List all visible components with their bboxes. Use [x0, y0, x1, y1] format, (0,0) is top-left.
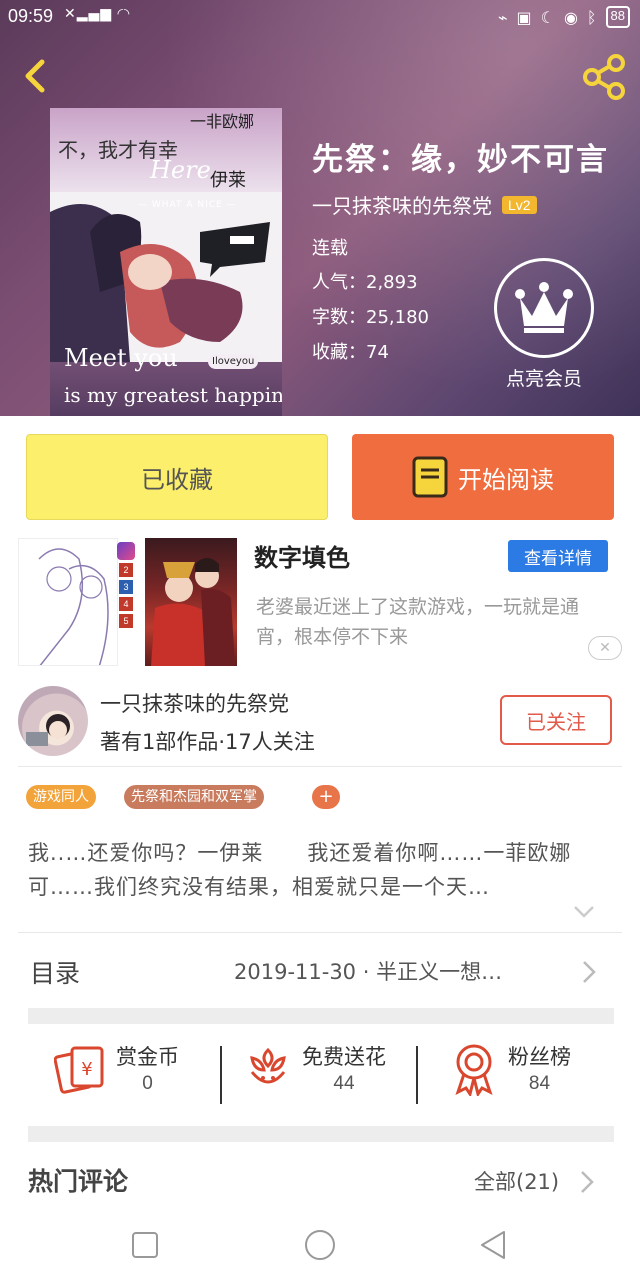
crown-icon	[515, 282, 573, 333]
lock-icon: ◉	[563, 7, 578, 27]
author-line: 一只抹茶味的先祭党 Lv2	[312, 190, 537, 219]
favorites-count: 收藏：74	[312, 342, 389, 363]
signal-icon: ✕▂▄▆ ◜◝	[64, 6, 131, 22]
cover-text: — WHAT A NICE —	[138, 200, 237, 210]
all-comments-link[interactable]: 全部(21)	[474, 1166, 559, 1196]
popularity: 人气：2,893	[312, 272, 418, 293]
author-avatar[interactable]	[18, 686, 88, 756]
flower-icon	[250, 1047, 286, 1084]
ad-number-strip: 2 3 4 5	[116, 540, 136, 664]
free-flowers[interactable]: 免费送花 44	[240, 1040, 386, 1096]
ad-detail-button[interactable]: 查看详情	[508, 540, 608, 572]
fan-ranking[interactable]: 粉丝榜 84	[446, 1040, 571, 1096]
chevron-right-icon[interactable]	[580, 958, 598, 986]
cover-text: Iloveyou	[208, 354, 259, 369]
vibrate-icon: ⌁	[497, 7, 508, 27]
cover-illustration	[50, 192, 282, 362]
cover-text: 一非欧娜	[190, 112, 255, 131]
back-triangle-icon[interactable]	[468, 1220, 518, 1270]
section-divider	[28, 1008, 614, 1024]
follow-button[interactable]: 已关注	[500, 695, 612, 745]
divider	[18, 766, 622, 767]
synopsis[interactable]: 我..…还爱你吗？一伊莱 我还爱着你啊……一菲欧娜可……我们终究没有结果，相爱就…	[28, 836, 610, 904]
battery-icon: 88	[605, 6, 630, 28]
chevron-down-icon[interactable]	[572, 902, 596, 922]
red-envelope-icon: ¥	[54, 1046, 104, 1094]
cover-text: Here	[150, 156, 211, 184]
app-logo-icon	[117, 542, 135, 560]
ad-image-colored[interactable]	[145, 538, 237, 666]
stat-value: 44	[333, 1073, 355, 1094]
section-divider	[28, 1126, 614, 1142]
status-bar: 09:59 ✕▂▄▆ ◜◝ ⌁ ▣ ☾ ◉ ᛒ 88	[0, 0, 640, 34]
author-card-name[interactable]: 一只抹茶味的先祭党	[100, 688, 289, 718]
favorite-button[interactable]: 已收藏	[26, 434, 328, 520]
book-icon	[412, 456, 448, 498]
divider	[220, 1046, 222, 1104]
hot-comments-title: 热门评论	[28, 1167, 129, 1196]
author-card-stats: 著有1部作品·17人关注	[100, 730, 315, 754]
stat-value: 0	[142, 1073, 153, 1094]
bluetooth-icon: ᛒ	[586, 7, 597, 27]
ad-description: 老婆最近迷上了这款游戏，一玩就是通宵，根本停不下来	[256, 596, 580, 648]
tag-pairing[interactable]: 先祭和杰园和双军掌	[124, 785, 264, 809]
stat-value: 84	[528, 1073, 551, 1094]
back-arrow-icon[interactable]	[16, 56, 56, 96]
recent-apps-icon[interactable]	[120, 1220, 170, 1270]
cover-text: 伊莱	[210, 170, 246, 191]
cover-text: is my greatest happiness	[64, 383, 282, 407]
level-badge: Lv2	[502, 195, 537, 214]
reward-coins[interactable]: ¥ 赏金币 0	[54, 1040, 179, 1096]
ad-number: 5	[119, 614, 133, 628]
status-time: 09:59	[8, 6, 54, 26]
stat-label: 粉丝榜	[508, 1045, 571, 1069]
svg-text:¥: ¥	[81, 1059, 92, 1080]
toc-latest-chapter[interactable]: 2019-11-30 · 半正义一想…	[234, 956, 502, 986]
system-nav-bar	[0, 1210, 640, 1280]
home-icon[interactable]	[295, 1220, 345, 1270]
divider	[18, 932, 622, 933]
notification-icon: ▣	[516, 7, 532, 27]
moon-icon: ☾	[540, 7, 555, 27]
book-title: 先祭：缘，妙不可言	[312, 142, 609, 178]
add-tag-button[interactable]: +	[312, 785, 340, 809]
ad-title[interactable]: 数字填色	[254, 538, 350, 573]
book-cover[interactable]: 一非欧娜 不，我才有幸 Here 伊莱 — WHAT A NICE — Ilov…	[50, 108, 282, 416]
ad-number: 2	[119, 563, 133, 577]
ad-number: 3	[119, 580, 133, 594]
chevron-right-icon[interactable]	[578, 1168, 596, 1196]
author-name[interactable]: 一只抹茶味的先祭党	[312, 190, 492, 219]
serial-status: 连载	[312, 238, 348, 259]
start-reading-label: 开始阅读	[458, 465, 554, 494]
vip-label: 点亮会员	[505, 368, 582, 390]
start-reading-button[interactable]: 开始阅读	[352, 434, 614, 520]
cover-text: Meet you	[64, 344, 178, 372]
book-header: 一非欧娜 不，我才有幸 Here 伊莱 — WHAT A NICE — Ilov…	[0, 0, 640, 416]
tag-game-fanfic[interactable]: 游戏同人	[26, 785, 96, 809]
vip-button[interactable]	[494, 258, 594, 358]
stat-label: 免费送花	[302, 1045, 386, 1069]
stat-label: 赏金币	[116, 1045, 179, 1069]
ad-close-button[interactable]: ✕	[588, 636, 622, 660]
share-icon[interactable]	[580, 52, 630, 102]
divider	[416, 1046, 418, 1104]
toc-label[interactable]: 目录	[30, 954, 80, 990]
medal-icon	[455, 1044, 493, 1096]
ad-number: 4	[119, 597, 133, 611]
word-count: 字数：25,180	[312, 307, 429, 328]
ad-image-sketch[interactable]	[18, 538, 118, 666]
